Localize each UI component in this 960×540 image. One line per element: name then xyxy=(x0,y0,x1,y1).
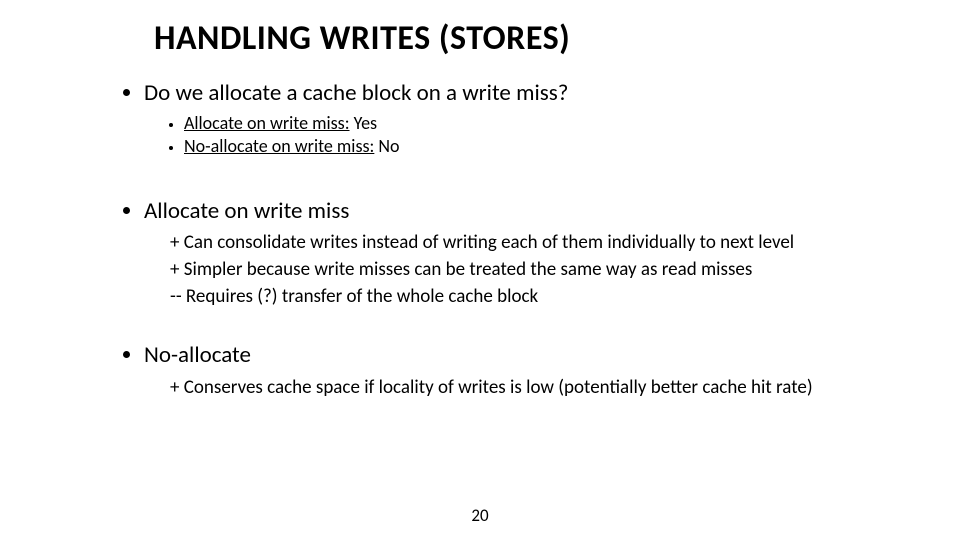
section-2-points: + Can consolidate writes instead of writ… xyxy=(150,231,880,309)
section-2-text: Allocate on write miss xyxy=(144,197,349,225)
section-1-item-0-label: Allocate on write miss: xyxy=(184,112,350,134)
spacer xyxy=(120,311,880,341)
section-1-heading: Do we allocate a cache block on a write … xyxy=(144,79,880,159)
slide: HANDLING WRITES (STORES) Do we allocate … xyxy=(0,0,960,540)
section-3-text: No-allocate xyxy=(144,341,251,369)
section-1-item-1-answer: No xyxy=(378,135,399,157)
section-1-item-0: Allocate on write miss: Yes xyxy=(184,112,880,135)
page-number: 20 xyxy=(0,505,960,526)
section-2-heading: Allocate on write miss xyxy=(144,197,880,226)
section-3-points: + Conserves cache space if locality of w… xyxy=(150,376,880,401)
spacer xyxy=(120,163,880,197)
section-2-point-1: + Simpler because write misses can be tr… xyxy=(150,258,880,283)
bullet-list-3: No-allocate xyxy=(120,341,880,370)
section-1-item-0-answer: Yes xyxy=(354,112,377,134)
slide-title: HANDLING WRITES (STORES) xyxy=(154,18,880,59)
section-2-point-2: -- Requires (?) transfer of the whole ca… xyxy=(150,285,880,310)
bullet-list: Do we allocate a cache block on a write … xyxy=(120,79,880,159)
section-3-heading: No-allocate xyxy=(144,341,880,370)
bullet-list-2: Allocate on write miss xyxy=(120,197,880,226)
section-1-item-1-label: No-allocate on write miss: xyxy=(184,135,374,157)
section-2-point-0: + Can consolidate writes instead of writ… xyxy=(150,231,880,256)
section-1-sublist: Allocate on write miss: Yes No-allocate … xyxy=(144,112,880,159)
section-1-item-1: No-allocate on write miss: No xyxy=(184,135,880,158)
section-1-text: Do we allocate a cache block on a write … xyxy=(144,79,568,107)
section-3-point-0: + Conserves cache space if locality of w… xyxy=(150,376,880,401)
